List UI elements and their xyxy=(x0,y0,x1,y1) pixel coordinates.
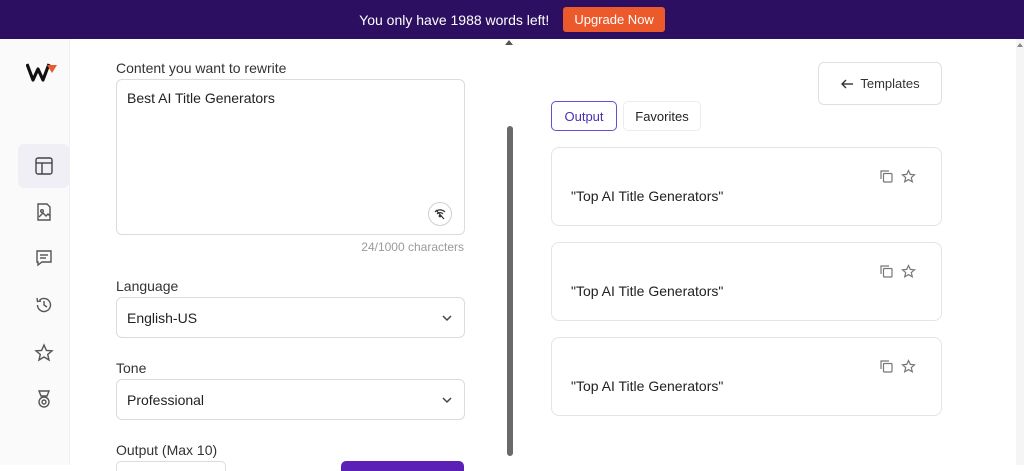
tone-value: Professional xyxy=(127,391,205,408)
upgrade-now-button[interactable]: Upgrade Now xyxy=(563,7,665,32)
result-card: "Top AI Title Generators" xyxy=(551,147,942,226)
star-icon[interactable] xyxy=(901,359,916,374)
tone-select[interactable]: Professional xyxy=(116,379,465,420)
page-scrollbar[interactable] xyxy=(1016,39,1024,465)
words-left-message: You only have 1988 words left! xyxy=(359,11,550,28)
sidebar-item-favorites[interactable] xyxy=(18,331,69,375)
star-icon[interactable] xyxy=(901,264,916,279)
history-icon xyxy=(35,297,51,313)
sidebar xyxy=(0,39,70,465)
tab-output[interactable]: Output xyxy=(551,101,617,131)
copy-icon[interactable] xyxy=(879,264,894,279)
result-card: "Top AI Title Generators" xyxy=(551,337,942,416)
output-count-input[interactable] xyxy=(116,461,226,471)
upgrade-banner: You only have 1988 words left! Upgrade N… xyxy=(0,0,1024,39)
language-select[interactable]: English-US xyxy=(116,297,465,338)
content-label: Content you want to rewrite xyxy=(116,60,287,76)
tone-label: Tone xyxy=(116,360,147,376)
sidebar-item-chat[interactable] xyxy=(18,236,69,280)
output-count-label: Output (Max 10) xyxy=(116,442,218,458)
result-text: "Top AI Title Generators" xyxy=(571,378,724,394)
app-logo[interactable] xyxy=(26,61,58,83)
sidebar-item-templates[interactable] xyxy=(18,144,69,188)
templates-label: Templates xyxy=(860,76,920,91)
microphone-icon xyxy=(434,209,446,220)
star-icon xyxy=(33,343,54,362)
language-value: English-US xyxy=(127,309,198,326)
layout-icon xyxy=(34,157,53,175)
character-count: 24/1000 characters xyxy=(361,240,464,254)
copy-icon[interactable] xyxy=(879,169,894,184)
chevron-down-icon xyxy=(442,314,452,321)
templates-button[interactable]: Templates xyxy=(818,62,942,105)
result-text: "Top AI Title Generators" xyxy=(571,283,724,299)
star-icon[interactable] xyxy=(901,169,916,184)
content-textarea[interactable]: Best AI Title Generators xyxy=(116,79,465,235)
arrow-left-icon xyxy=(841,79,854,88)
document-image-icon xyxy=(36,203,51,221)
scroll-up-icon[interactable] xyxy=(1017,43,1023,47)
form-scrollbar[interactable] xyxy=(507,126,513,456)
chat-icon xyxy=(35,250,52,267)
sidebar-item-documents[interactable] xyxy=(18,190,69,234)
sidebar-item-rewards[interactable] xyxy=(18,377,69,421)
copy-icon[interactable] xyxy=(879,359,894,374)
language-label: Language xyxy=(116,278,179,294)
chevron-down-icon xyxy=(442,396,452,403)
generate-button[interactable] xyxy=(341,461,464,471)
result-card: "Top AI Title Generators" xyxy=(551,242,942,321)
result-text: "Top AI Title Generators" xyxy=(571,188,724,204)
medal-icon xyxy=(37,390,50,408)
tab-favorites[interactable]: Favorites xyxy=(623,101,701,131)
collapse-caret-icon[interactable] xyxy=(505,40,513,45)
voice-input-button[interactable] xyxy=(428,202,452,226)
sidebar-item-history[interactable] xyxy=(18,283,69,327)
